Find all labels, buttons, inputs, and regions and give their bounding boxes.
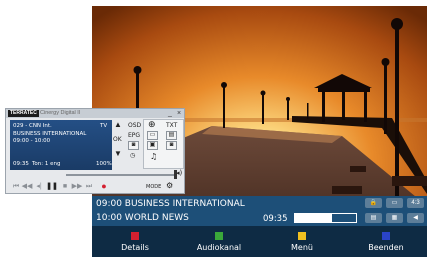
osd-progress-fill [295, 214, 332, 222]
transport-controls: ⏮ ◀◀ ◂| ❚❚ ■ ▶▶ ⏭ ● [10, 181, 115, 192]
music-icon[interactable]: ♫ [150, 152, 157, 161]
blue-key-icon [382, 232, 390, 240]
clock-label: 09:35 [13, 161, 29, 167]
camera-icon[interactable]: ◙ [128, 141, 139, 150]
subtitle-icon: ▤ [365, 213, 382, 223]
fast-forward-icon[interactable]: ▶▶ [71, 181, 83, 192]
red-key-icon [131, 232, 139, 240]
program-label: BUSINESS INTERNATIONAL [13, 131, 87, 137]
snapshot-icon[interactable]: ◙ [166, 141, 177, 150]
down-arrow-button[interactable]: ▼ [114, 149, 122, 158]
tv-software-window: TERRATEC Cinergy Digital II _ × 029 - CN… [5, 108, 185, 194]
window-title: Cinergy Digital II [40, 110, 81, 116]
teletext-icon: ▦ [386, 213, 403, 223]
mode-label: TV [100, 123, 108, 129]
time-range-label: 09:00 - 10:00 [13, 138, 51, 144]
exit-button[interactable]: Beenden [346, 228, 426, 252]
window-titlebar[interactable]: TERRATEC Cinergy Digital II _ × [6, 109, 184, 118]
epg-button[interactable]: EPG [128, 132, 140, 139]
green-key-icon [215, 232, 223, 240]
osd-panel: 09:00 BUSINESS INTERNATIONAL 10:00 WORLD… [92, 196, 427, 257]
volume-slider[interactable] [66, 174, 176, 176]
volume-label: 100% [96, 161, 112, 167]
settings-gear-icon[interactable]: ⚙ [166, 181, 173, 190]
up-arrow-button[interactable]: ▲ [114, 120, 122, 129]
osd-progress-bar [294, 213, 357, 223]
pip-icon[interactable]: ▣ [147, 141, 158, 150]
close-button[interactable]: × [175, 109, 183, 118]
audio-track-label: Ton: 1 eng [32, 161, 61, 167]
osd-color-buttons: Details Audiokanal Menü Beenden [92, 228, 427, 257]
channel-list-icon[interactable]: ⊕ [148, 120, 156, 130]
brand-logo: TERRATEC [8, 110, 39, 117]
step-back-icon[interactable]: ◂| [33, 181, 45, 192]
osd-info-bar: 09:00 BUSINESS INTERNATIONAL 10:00 WORLD… [92, 196, 427, 226]
record-icon[interactable]: ● [98, 181, 110, 192]
aspect-ratio-badge: 4:3 [407, 198, 424, 208]
channel-label: 029 - CNN Int. [13, 123, 52, 129]
fullscreen-icon[interactable]: ▭ [147, 131, 158, 140]
speaker-icon[interactable]: ◂) [176, 169, 182, 177]
info-display: 029 - CNN Int. TV BUSINESS INTERNATIONAL… [10, 120, 112, 170]
minimize-button[interactable]: _ [166, 109, 174, 118]
rewind-icon[interactable]: ◀◀ [21, 181, 33, 192]
osd-next-program: 10:00 WORLD NEWS [96, 213, 189, 223]
mode-label[interactable]: MODE [146, 184, 161, 190]
pause-icon[interactable]: ❚❚ [46, 181, 58, 192]
osd-time: 09:35 [263, 214, 288, 224]
yellow-key-icon [298, 232, 306, 240]
audio-icon: ◀ [407, 213, 424, 223]
menu-button[interactable]: Menü [262, 228, 342, 252]
record-list-icon[interactable]: ▤ [166, 131, 177, 140]
osd-button[interactable]: OSD [128, 122, 141, 129]
timer-icon[interactable]: ◷ [130, 152, 135, 159]
osd-now-playing: 09:00 BUSINESS INTERNATIONAL [96, 199, 245, 209]
audio-channel-button[interactable]: Audiokanal [179, 228, 259, 252]
teletext-button[interactable]: TXT [166, 122, 177, 129]
lock-icon: 🔒 [365, 198, 382, 208]
stop-icon[interactable]: ■ [59, 181, 71, 192]
ok-button[interactable]: OK [113, 136, 122, 143]
details-button[interactable]: Details [95, 228, 175, 252]
dolby-icon: ▭ [386, 198, 403, 208]
skip-forward-icon[interactable]: ⏭ [83, 181, 95, 192]
